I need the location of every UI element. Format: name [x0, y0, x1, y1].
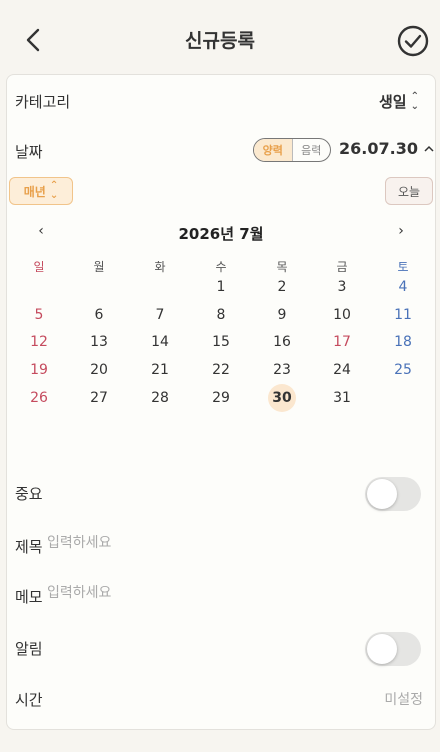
date-value: 26.07.30: [339, 139, 418, 158]
header: 신규등록: [0, 0, 440, 74]
time-label: 시간: [15, 691, 43, 709]
calendar-day[interactable]: 17: [327, 328, 357, 356]
calendar-day[interactable]: 14: [145, 328, 175, 356]
updown-chevron-icon: ⌃ ⌄: [49, 180, 59, 201]
alarm-label: 알림: [15, 640, 43, 658]
calendar-day[interactable]: 10: [327, 301, 357, 329]
calendar-day[interactable]: 13: [84, 328, 114, 356]
toggle-knob: [367, 479, 397, 509]
weekday-label: 화: [154, 260, 166, 274]
calendar-day[interactable]: 21: [145, 356, 175, 384]
check-circle-icon: [397, 25, 429, 57]
chevron-up-icon: [424, 145, 434, 152]
toggle-knob: [367, 634, 397, 664]
category-select[interactable]: 생일 ⌃ ⌄: [379, 91, 419, 112]
calendar-day[interactable]: 28: [145, 384, 175, 412]
calendar-day-selected[interactable]: 30: [268, 384, 296, 412]
date-value-button[interactable]: 26.07.30: [339, 139, 434, 158]
calendar-day[interactable]: 3: [327, 273, 357, 301]
repeat-label: 매년: [23, 184, 46, 199]
calendar-day[interactable]: 26: [24, 384, 54, 412]
calendar-day[interactable]: 23: [267, 356, 297, 384]
category-value: 생일: [379, 93, 407, 111]
calendar-day[interactable]: 25: [388, 356, 418, 384]
calendar-day[interactable]: 20: [84, 356, 114, 384]
calendar-day[interactable]: 22: [206, 356, 236, 384]
title-label: 제목: [15, 538, 43, 556]
weekday-label: 월: [93, 260, 105, 274]
updown-chevron-icon: ⌃ ⌄: [410, 90, 419, 112]
calendar-day[interactable]: 11: [388, 301, 418, 329]
memo-input[interactable]: [47, 585, 387, 601]
calendar-day[interactable]: 8: [206, 301, 236, 329]
solar-option[interactable]: 양력: [254, 139, 293, 161]
important-label: 중요: [15, 485, 43, 503]
calendar-day[interactable]: 9: [267, 301, 297, 329]
confirm-button[interactable]: [396, 24, 430, 58]
today-button[interactable]: 오늘: [385, 177, 433, 205]
page-title: 신규등록: [185, 30, 255, 52]
date-label: 날짜: [15, 143, 43, 161]
form-card: 카테고리 생일 ⌃ ⌄ 날짜 양력 음력 26.07.30 매년 ⌃ ⌄ 오늘 ‹ …: [6, 74, 436, 730]
calendar-day[interactable]: 2: [267, 273, 297, 301]
lunar-option[interactable]: 음력: [293, 139, 331, 161]
calendar-day[interactable]: 4: [388, 273, 418, 301]
calendar-day[interactable]: 27: [84, 384, 114, 412]
calendar-day[interactable]: 18: [388, 328, 418, 356]
title-input[interactable]: [47, 535, 387, 551]
calendar-day[interactable]: 15: [206, 328, 236, 356]
calendar-day[interactable]: 24: [327, 356, 357, 384]
calendar-month-title: 2026년 7월: [178, 225, 264, 243]
next-month-button[interactable]: ›: [391, 223, 411, 239]
repeat-select[interactable]: 매년 ⌃ ⌄: [9, 177, 73, 205]
calendar-day[interactable]: 19: [24, 356, 54, 384]
time-value[interactable]: 미설정: [384, 689, 423, 709]
calendar-day[interactable]: 6: [84, 301, 114, 329]
calendar-grid: 1 2 3 4 5 6 7 8 9 10 11 12 13 14 15 16 17 18 19 20 21 22 23 24 2…: [7, 275, 437, 415]
important-toggle[interactable]: [365, 477, 421, 511]
calendar-day[interactable]: 16: [267, 328, 297, 356]
calendar-day[interactable]: 12: [24, 328, 54, 356]
calendar-day[interactable]: 7: [145, 301, 175, 329]
calendar-day[interactable]: 29: [206, 384, 236, 412]
calendar-type-toggle[interactable]: 양력 음력: [253, 138, 331, 162]
calendar-day[interactable]: 5: [24, 301, 54, 329]
calendar-day[interactable]: 1: [206, 273, 236, 301]
weekday-label: 일: [33, 260, 45, 274]
memo-label: 메모: [15, 588, 43, 606]
alarm-toggle[interactable]: [365, 632, 421, 666]
category-label: 카테고리: [15, 93, 71, 111]
calendar-day[interactable]: 31: [327, 384, 357, 412]
